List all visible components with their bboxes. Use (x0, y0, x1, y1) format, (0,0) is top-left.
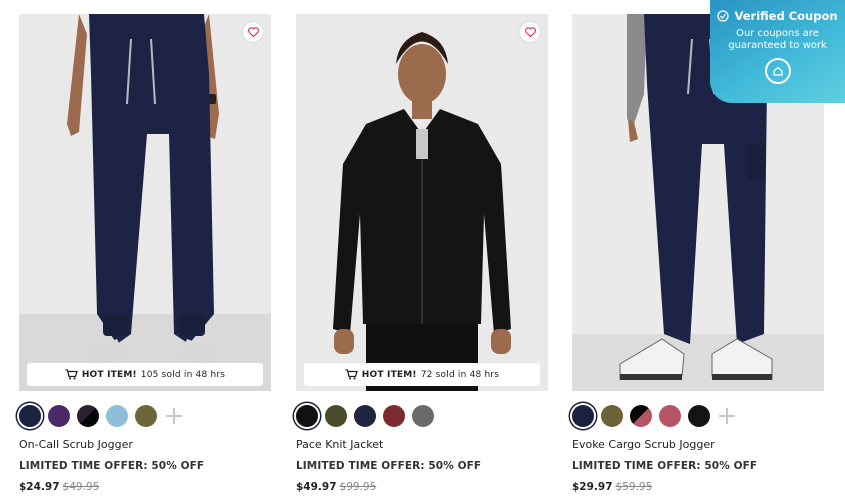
favorite-button[interactable] (520, 22, 540, 42)
sale-price: $29.97 (572, 481, 613, 493)
coupon-subtitle: Our coupons are guaranteed to work (728, 28, 827, 51)
price-block: $24.97 $49.95 (19, 481, 271, 493)
swatch-burgundy[interactable] (383, 405, 405, 427)
swatch-navy[interactable] (572, 405, 594, 427)
plus-icon[interactable] (166, 408, 182, 424)
original-price: $49.95 (62, 481, 100, 493)
offer-text: LIMITED TIME OFFER: 50% OFF (19, 460, 205, 472)
sold-count: 105 sold in 48 hrs (140, 369, 226, 380)
product-photo-jogger (19, 14, 271, 391)
color-swatches (296, 403, 548, 429)
offer-text: LIMITED TIME OFFER: 50% OFF (296, 460, 482, 472)
hot-item-label: HOT ITEM! (81, 369, 137, 380)
swatch-navy[interactable] (354, 405, 376, 427)
price-block: $29.97 $59.95 (572, 481, 824, 493)
plus-icon[interactable] (719, 408, 735, 424)
product-name[interactable]: On-Call Scrub Jogger (19, 438, 271, 451)
swatch-black-rose[interactable] (630, 405, 652, 427)
swatch-olive[interactable] (601, 405, 623, 427)
swatch-olive[interactable] (135, 405, 157, 427)
coupon-logo-icon (764, 58, 791, 84)
heart-icon (524, 27, 536, 37)
coupon-title: Verified Coupon (734, 9, 838, 23)
swatch-light-blue[interactable] (106, 405, 128, 427)
color-swatches (19, 403, 271, 429)
check-circle-icon (717, 10, 730, 22)
product-name[interactable]: Evoke Cargo Scrub Jogger (572, 438, 824, 451)
verified-coupon-badge[interactable]: Verified Coupon Our coupons are guarante… (710, 0, 845, 103)
product-photo-jacket (296, 14, 548, 391)
cart-icon (345, 369, 358, 380)
sale-price: $24.97 (19, 481, 60, 493)
original-price: $99.95 (339, 481, 377, 493)
color-swatches (572, 403, 824, 429)
swatch-navy-black[interactable] (77, 405, 99, 427)
product-card[interactable]: HOT ITEM! 72 sold in 48 hrs Pace Knit Ja… (296, 14, 548, 493)
hot-item-banner: HOT ITEM! 105 sold in 48 hrs (27, 363, 263, 386)
hot-item-banner: HOT ITEM! 72 sold in 48 hrs (304, 363, 540, 386)
offer-text: LIMITED TIME OFFER: 50% OFF (572, 460, 758, 472)
heart-icon (247, 27, 259, 37)
swatch-navy[interactable] (19, 405, 41, 427)
product-card[interactable]: HOT ITEM! 105 sold in 48 hrs On-Call Scr… (19, 14, 271, 493)
cart-icon (65, 369, 78, 380)
swatch-black[interactable] (688, 405, 710, 427)
hot-item-label: HOT ITEM! (361, 369, 417, 380)
product-image[interactable]: HOT ITEM! 105 sold in 48 hrs (19, 14, 271, 391)
favorite-button[interactable] (243, 22, 263, 42)
sale-price: $49.97 (296, 481, 337, 493)
original-price: $59.95 (615, 481, 653, 493)
product-image[interactable]: HOT ITEM! 72 sold in 48 hrs (296, 14, 548, 391)
coupon-title-row: Verified Coupon (710, 9, 845, 23)
swatch-rose[interactable] (659, 405, 681, 427)
price-block: $49.97 $99.95 (296, 481, 548, 493)
swatch-olive[interactable] (325, 405, 347, 427)
swatch-black[interactable] (296, 405, 318, 427)
sold-count: 72 sold in 48 hrs (420, 369, 500, 380)
swatch-gray[interactable] (412, 405, 434, 427)
swatch-purple[interactable] (48, 405, 70, 427)
product-name[interactable]: Pace Knit Jacket (296, 438, 548, 451)
